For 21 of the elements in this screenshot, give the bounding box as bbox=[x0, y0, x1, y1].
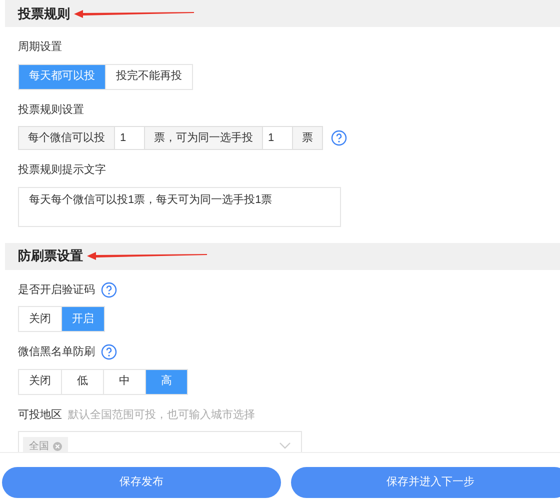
chevron-down-icon bbox=[279, 442, 291, 450]
help-icon[interactable] bbox=[331, 130, 347, 146]
city-tag: 全国 bbox=[23, 437, 68, 452]
remove-icon[interactable] bbox=[53, 442, 62, 450]
arrow-icon bbox=[74, 8, 194, 18]
help-icon[interactable] bbox=[101, 282, 117, 298]
help-icon[interactable] bbox=[101, 344, 117, 360]
field-label: 周期设置 bbox=[18, 40, 62, 55]
section-title: 防刷票设置 bbox=[18, 247, 83, 266]
tip-text-field[interactable]: 每天每个微信可以投1票，每天可为同一选手投1票 bbox=[18, 186, 341, 226]
rule-text: 票，可为同一选手投 bbox=[144, 127, 262, 149]
field-label: 是否开启验证码 bbox=[18, 282, 95, 298]
field-label: 投票规则设置 bbox=[18, 102, 84, 118]
field-label: 微信黑名单防刷 bbox=[18, 345, 95, 360]
arrow-icon bbox=[87, 251, 207, 261]
field-label: 可投地区 bbox=[18, 408, 62, 422]
field-hint: 默认全国范围可投，也可输入城市选择 bbox=[68, 408, 255, 422]
rule-text: 每个微信可以投 bbox=[19, 127, 114, 149]
section-title: 投票规则 bbox=[18, 4, 70, 23]
field-label: 投票规则提示文字 bbox=[18, 162, 106, 178]
rule-text: 票 bbox=[292, 127, 322, 149]
